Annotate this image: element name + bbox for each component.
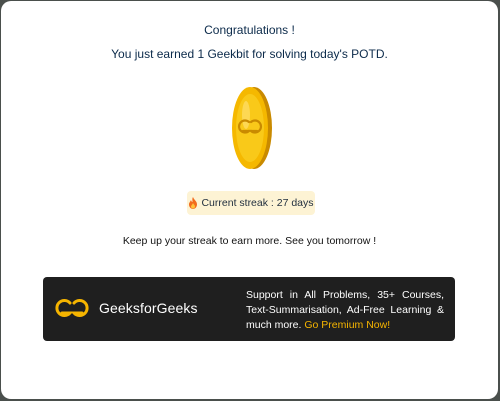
premium-banner[interactable]: GeeksforGeeks Support in All Problems, 3…: [43, 277, 455, 341]
gfg-logo-icon: [55, 299, 89, 317]
fire-icon: [189, 197, 198, 209]
modal-title: Congratulations !: [204, 23, 295, 37]
streak-text: Current streak : 27 days: [201, 197, 314, 209]
streak-badge: Current streak : 27 days: [187, 191, 315, 215]
go-premium-link[interactable]: Go Premium Now!: [304, 319, 390, 331]
geekbit-coin-icon: [232, 87, 272, 169]
modal-subtitle: You just earned 1 Geekbit for solving to…: [111, 47, 388, 61]
premium-description: Support in All Problems, 35+ Courses, Te…: [246, 288, 444, 333]
brand-name: GeeksforGeeks: [99, 300, 198, 316]
keep-up-message: Keep up your streak to earn more. See yo…: [122, 235, 377, 247]
potd-reward-modal: Congratulations ! You just earned 1 Geek…: [1, 1, 498, 399]
